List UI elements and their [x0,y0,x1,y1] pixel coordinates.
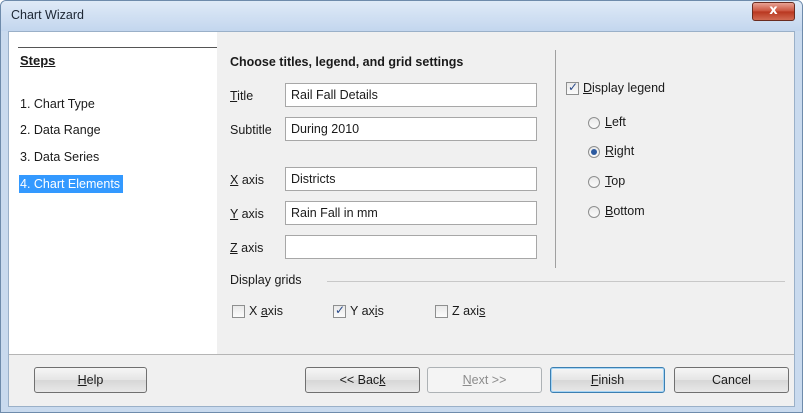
finish-button[interactable]: Finish [550,367,665,393]
button-bar-divider [9,354,794,355]
grid-z-label[interactable]: Z axis [452,304,485,318]
next-button[interactable]: Next >> [427,367,542,393]
close-button[interactable]: x [752,2,795,21]
dialog-client-area: Steps 1. Chart Type 2. Data Range 3. Dat… [8,31,795,407]
steps-heading: Steps [20,53,56,68]
x-axis-input[interactable] [285,167,537,191]
grid-x-checkbox[interactable] [232,305,245,318]
cancel-button[interactable]: Cancel [674,367,789,393]
x-axis-label: X axis [230,173,265,187]
grids-divider [327,281,785,282]
step-chart-elements[interactable]: 4. Chart Elements [19,175,124,193]
subtitle-input[interactable] [285,117,537,141]
help-button[interactable]: Help [34,367,147,393]
legend-left-radio[interactable] [588,117,600,129]
grid-z-checkbox[interactable] [435,305,448,318]
y-axis-input[interactable] [285,201,537,225]
window-title: Chart Wizard [11,8,84,22]
legend-top-label[interactable]: Top [605,174,625,188]
step-data-range[interactable]: 2. Data Range [20,121,104,139]
z-axis-input[interactable] [285,235,537,259]
vertical-separator [555,50,556,268]
legend-bottom-label[interactable]: Bottom [605,204,645,218]
grid-x-label[interactable]: X axis [249,304,283,318]
grid-y-checkbox[interactable] [333,303,346,318]
legend-top-radio[interactable] [588,176,600,188]
legend-bottom-radio[interactable] [588,206,600,218]
title-label: Title [230,89,254,103]
title-input[interactable] [285,83,537,107]
display-legend-checkbox[interactable] [566,80,579,95]
step-data-series[interactable]: 3. Data Series [20,148,102,166]
steps-sidebar: Steps 1. Chart Type 2. Data Range 3. Dat… [9,32,217,354]
legend-right-label[interactable]: Right [605,144,634,158]
steps-divider [18,47,217,48]
z-axis-label: Z axis [230,241,264,255]
subtitle-label: Subtitle [230,123,272,137]
display-legend-label[interactable]: Display legend [583,81,665,95]
chart-wizard-dialog: Chart Wizard x Steps 1. Chart Type 2. Da… [0,0,803,413]
section-heading: Choose titles, legend, and grid settings [230,55,464,69]
grid-y-label[interactable]: Y axis [350,304,384,318]
close-icon: x [769,3,778,18]
title-bar: Chart Wizard x [1,1,802,31]
display-grids-heading: Display grids [230,273,302,287]
back-button[interactable]: << Back [305,367,420,393]
step-chart-type[interactable]: 1. Chart Type [20,95,98,113]
y-axis-label: Y axis [230,207,264,221]
legend-left-label[interactable]: Left [605,115,626,129]
legend-right-radio[interactable] [588,146,600,158]
